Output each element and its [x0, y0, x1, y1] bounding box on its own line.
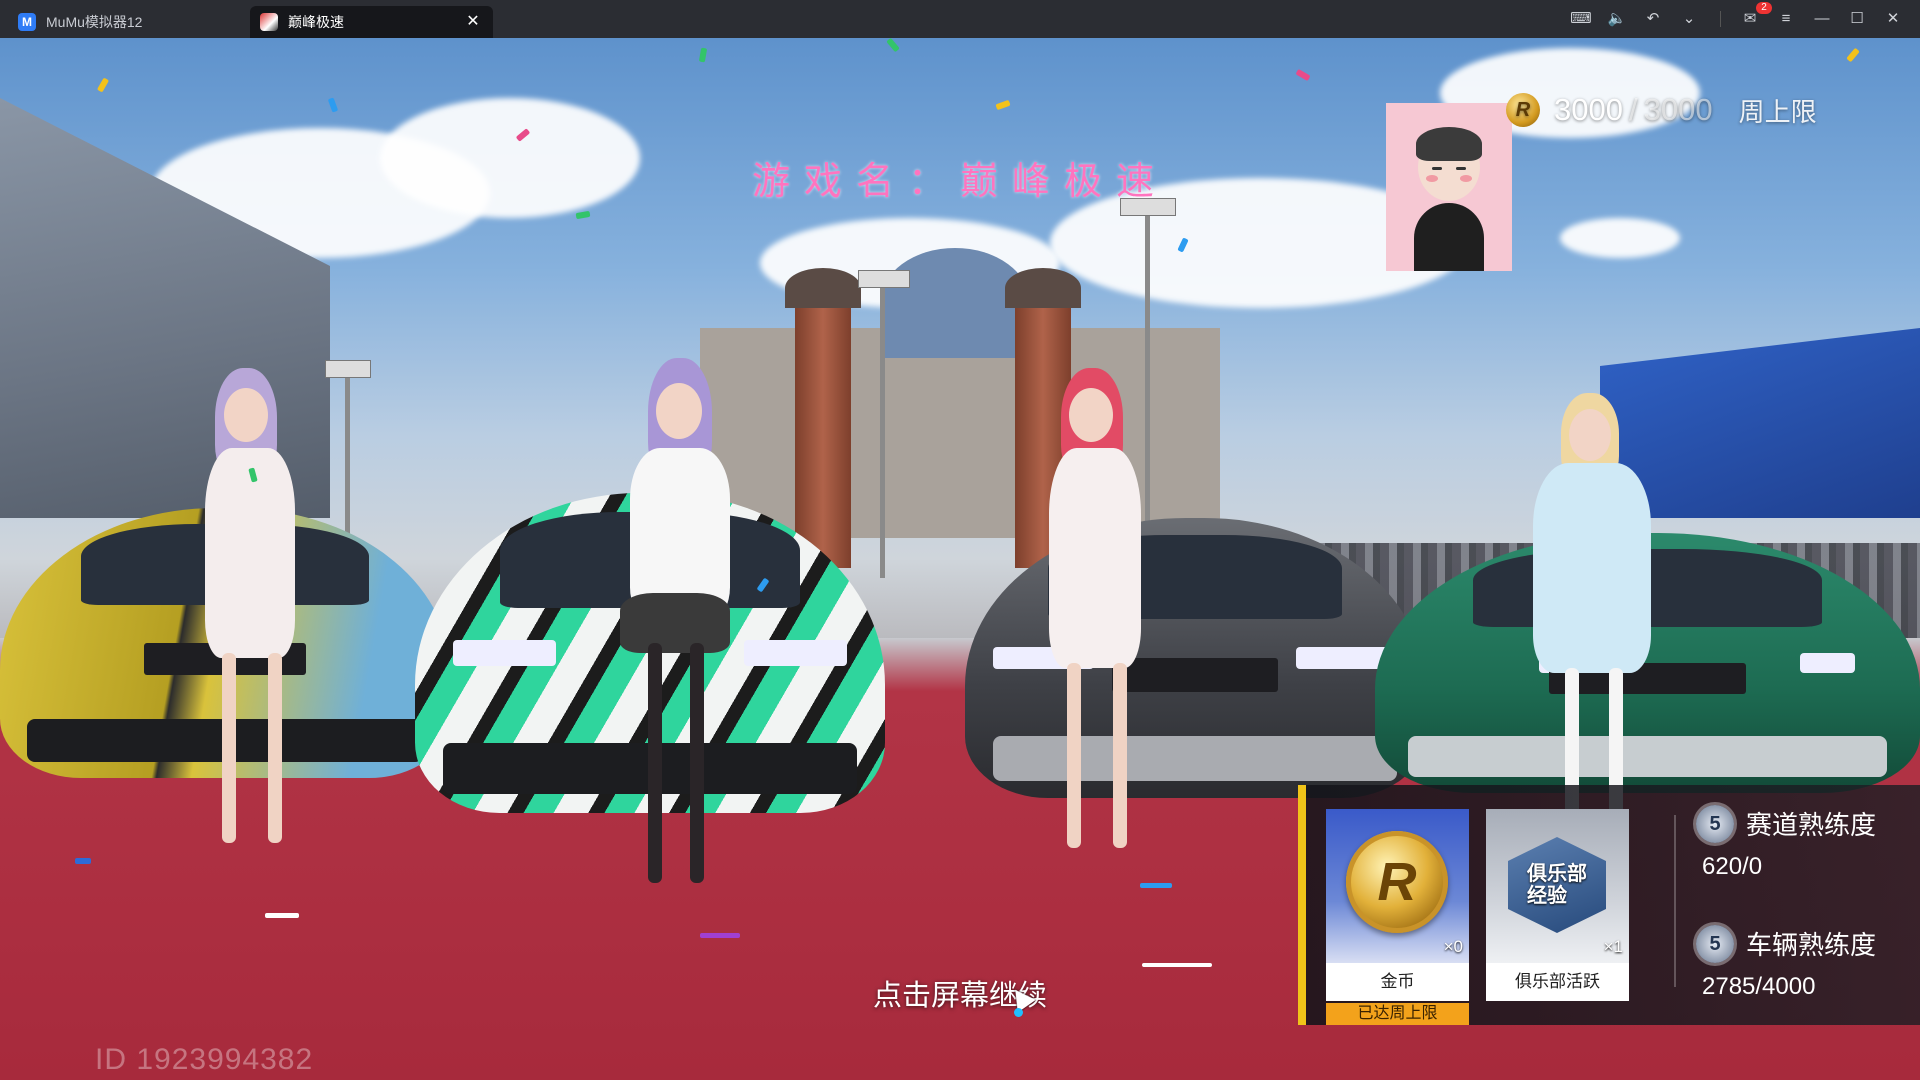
track-proficiency-value: 620/0 — [1702, 853, 1763, 880]
floodlight — [858, 270, 910, 288]
keyboard-icon[interactable]: ⌨ — [1570, 8, 1592, 30]
confetti — [700, 933, 740, 938]
light-pole — [880, 278, 885, 578]
tab-game[interactable]: 巅峰极速 ✕ — [250, 6, 493, 38]
game-name-watermark: 游戏名：巅峰极速 — [751, 159, 1168, 203]
head — [656, 383, 702, 439]
confetti — [265, 913, 299, 918]
maximize-icon[interactable]: ☐ — [1846, 8, 1868, 30]
head — [1569, 409, 1611, 461]
leg — [222, 653, 236, 843]
confetti — [886, 38, 900, 53]
character-bunny-ears — [590, 338, 760, 918]
confetti — [1846, 47, 1860, 63]
tab-label: MuMu模拟器12 — [46, 14, 143, 30]
tower-roof — [1005, 268, 1081, 308]
character-lavender-dress — [160, 368, 330, 868]
weekly-limit-label: 周上限 — [1738, 96, 1817, 127]
dress — [205, 448, 295, 658]
head — [224, 388, 268, 442]
track-level-icon: 5 — [1696, 805, 1734, 843]
leg — [1113, 663, 1127, 848]
club-activity-badge-icon: 俱乐部 经验 — [1508, 837, 1606, 933]
avatar-eye — [1432, 167, 1442, 170]
confetti — [995, 99, 1011, 111]
tab-label: 巅峰极速 — [288, 14, 344, 30]
gold-coin-icon: R — [1346, 831, 1448, 933]
cloud — [1560, 218, 1680, 258]
skirt — [620, 593, 730, 653]
avatar-eye — [1456, 167, 1466, 170]
streamer-avatar — [1386, 103, 1512, 271]
vehicle-level-icon: 5 — [1696, 925, 1734, 963]
item-count: ×1 — [1603, 937, 1623, 956]
confetti — [1140, 883, 1172, 888]
weekly-currency-counter: R 3000 / 3000 周上限 — [1506, 90, 1817, 130]
confetti — [1142, 963, 1212, 967]
leg — [690, 643, 704, 883]
currency-max: 3000 — [1643, 92, 1713, 127]
confetti — [1295, 68, 1311, 82]
currency-current: 3000 — [1554, 92, 1623, 127]
avatar-blush — [1460, 175, 1472, 182]
tshirt-dress — [1533, 463, 1651, 673]
player-id: ID 1923994382 — [95, 1043, 314, 1076]
currency-separator: / — [1628, 92, 1638, 127]
mail-badge: 2 — [1756, 2, 1772, 14]
avatar-body — [1414, 203, 1484, 271]
confetti — [698, 47, 708, 63]
avatar-blush — [1426, 175, 1438, 182]
volume-icon[interactable]: 🔈 — [1606, 8, 1628, 30]
cursor-click-indicator — [1014, 1008, 1023, 1017]
avatar-hair — [1416, 127, 1482, 161]
tower-roof — [785, 268, 861, 308]
close-tab-icon[interactable]: ✕ — [463, 12, 483, 32]
menu-icon[interactable]: ≡ — [1775, 8, 1797, 30]
tab-mumu-emulator[interactable]: M MuMu模拟器12 — [10, 6, 240, 38]
head — [1069, 388, 1113, 442]
tower-left — [795, 288, 851, 568]
leg — [268, 653, 282, 843]
divider — [1674, 815, 1676, 987]
headlight — [1800, 652, 1855, 674]
item-count: ×0 — [1443, 937, 1463, 956]
vehicle-proficiency-label: 车辆熟练度 — [1746, 930, 1877, 960]
confetti — [327, 97, 339, 113]
confetti — [96, 77, 110, 93]
leg — [1067, 663, 1081, 848]
character-red-hair — [1005, 368, 1175, 868]
close-icon[interactable]: ✕ — [1882, 8, 1904, 30]
confetti — [575, 210, 591, 220]
tap-to-continue-hint[interactable]: 点击屏幕继续 — [0, 972, 1920, 1014]
divider — [1720, 11, 1721, 27]
leg — [648, 643, 662, 883]
undo-icon[interactable]: ↶ — [1642, 8, 1664, 30]
dress — [1049, 448, 1141, 668]
emulator-title-bar: M MuMu模拟器12 巅峰极速 ✕ ⌨ 🔈 ↶ ⌄ ✉ 2 ≡ — ☐ ✕ — [0, 0, 1920, 38]
chevron-down-icon[interactable]: ⌄ — [1678, 8, 1700, 30]
headlight — [452, 640, 556, 666]
game-icon — [260, 13, 278, 31]
mumu-logo-icon: M — [18, 13, 36, 31]
track-proficiency-label: 赛道熟练度 — [1746, 810, 1877, 840]
confetti — [75, 858, 91, 864]
r-coin-icon: R — [1506, 93, 1540, 127]
character-blonde — [1505, 393, 1675, 833]
floodlight — [325, 360, 371, 378]
minimize-icon[interactable]: — — [1811, 8, 1833, 30]
